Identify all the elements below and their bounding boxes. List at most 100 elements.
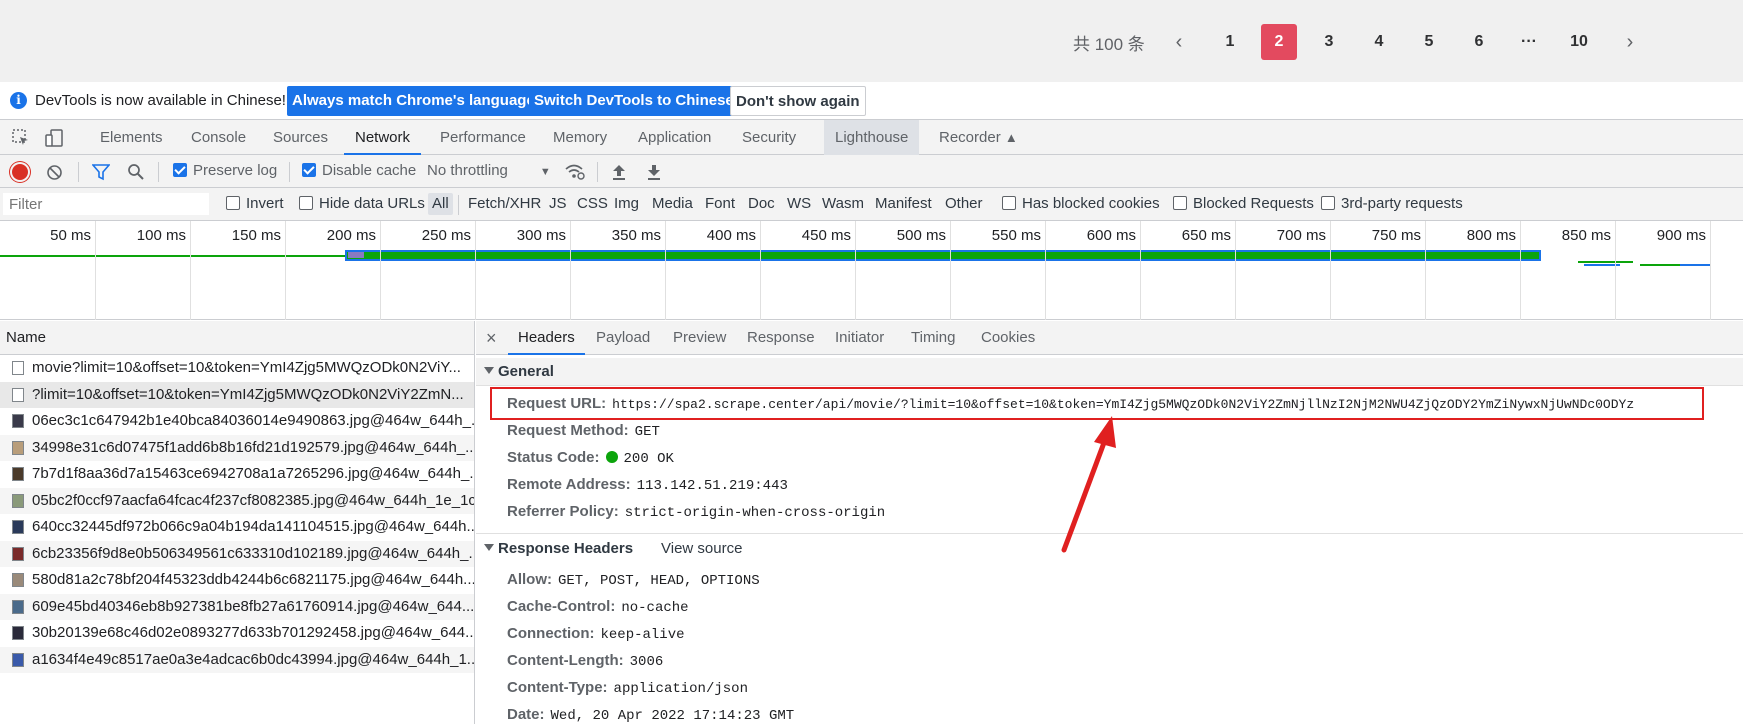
request-row[interactable]: 06ec3c1c647942b1e40bca84036014e9490863.j… bbox=[0, 408, 474, 435]
request-row[interactable]: ?limit=10&offset=10&token=YmI4Zjg5MWQzOD… bbox=[0, 381, 474, 408]
tab-headers[interactable]: Headers bbox=[508, 321, 585, 355]
tab-network[interactable]: Network bbox=[344, 120, 422, 155]
match-language-button[interactable]: Always match Chrome's language bbox=[287, 86, 540, 116]
page-ellipsis-button[interactable]: ··· bbox=[1511, 24, 1547, 60]
tab-timing[interactable]: Timing bbox=[901, 321, 965, 355]
request-row[interactable]: 05bc2f0ccf97aacfa64fcac4f237cf8082385.jp… bbox=[0, 487, 474, 514]
throttling-select[interactable]: No throttling ▼ bbox=[427, 162, 551, 179]
next-page-button[interactable]: › bbox=[1612, 24, 1648, 60]
blocked-requests-check[interactable] bbox=[1173, 196, 1187, 210]
hide-data-urls-checkbox[interactable]: Hide data URLs bbox=[299, 195, 425, 212]
network-overview-timeline[interactable]: 50 ms 100 ms 150 ms 200 ms 250 ms 300 ms 350 m… bbox=[0, 221, 1743, 320]
type-filter-fetch-xhr[interactable]: Fetch/XHR bbox=[464, 193, 545, 215]
third-party-label: 3rd-party requests bbox=[1341, 195, 1463, 212]
type-filter-doc[interactable]: Doc bbox=[744, 193, 779, 215]
image-file-icon bbox=[12, 626, 24, 640]
page-10-button[interactable]: 10 bbox=[1561, 24, 1597, 60]
type-filter-other[interactable]: Other bbox=[941, 193, 987, 215]
tab-payload[interactable]: Payload bbox=[586, 321, 660, 355]
type-filter-wasm[interactable]: Wasm bbox=[818, 193, 868, 215]
invert-check[interactable] bbox=[226, 196, 240, 210]
type-filter-js[interactable]: JS bbox=[545, 193, 571, 215]
type-filter-font[interactable]: Font bbox=[701, 193, 739, 215]
has-blocked-cookies-check[interactable] bbox=[1002, 196, 1016, 210]
third-party-check[interactable] bbox=[1321, 196, 1335, 210]
export-har-icon[interactable] bbox=[646, 163, 662, 181]
type-filter-media[interactable]: Media bbox=[648, 193, 697, 215]
close-details-icon[interactable]: × bbox=[486, 321, 497, 355]
timeline-tick-label: 800 ms bbox=[1466, 227, 1516, 244]
column-header-name[interactable]: Name bbox=[0, 321, 474, 355]
record-icon[interactable] bbox=[12, 164, 28, 180]
page-6-button[interactable]: 6 bbox=[1461, 24, 1497, 60]
cache-control-value: no-cache bbox=[621, 600, 689, 616]
page-4-button[interactable]: 4 bbox=[1361, 24, 1397, 60]
hide-data-urls-check[interactable] bbox=[299, 196, 313, 210]
third-party-checkbox[interactable]: 3rd-party requests bbox=[1321, 195, 1463, 212]
switch-to-chinese-button[interactable]: Switch DevTools to Chinese bbox=[529, 86, 739, 116]
disable-cache-checkbox[interactable]: Disable cache bbox=[302, 162, 416, 179]
tab-sources[interactable]: Sources bbox=[262, 120, 339, 155]
preserve-log-checkbox[interactable]: Preserve log bbox=[173, 162, 277, 179]
request-row[interactable]: 640cc32445df972b066c9a04b194da141104515.… bbox=[0, 514, 474, 541]
tab-performance[interactable]: Performance bbox=[429, 120, 537, 155]
type-filter-ws[interactable]: WS bbox=[783, 193, 815, 215]
tab-recorder[interactable]: Recorder ▲ bbox=[928, 120, 1029, 155]
request-row[interactable]: 6cb23356f9d8e0b506349561c633310d102189.j… bbox=[0, 540, 474, 567]
type-filter-all[interactable]: All bbox=[428, 193, 453, 215]
status-ok-icon bbox=[605, 451, 618, 463]
filter-input[interactable] bbox=[3, 193, 209, 215]
remote-address-value: 113.142.51.219:443 bbox=[636, 478, 788, 494]
tab-initiator[interactable]: Initiator bbox=[825, 321, 894, 355]
disable-cache-check[interactable] bbox=[302, 163, 316, 177]
tab-preview[interactable]: Preview bbox=[663, 321, 736, 355]
tab-memory[interactable]: Memory bbox=[542, 120, 618, 155]
annotation-arrow-icon bbox=[1061, 416, 1116, 553]
type-filter-img[interactable]: Img bbox=[610, 193, 643, 215]
tab-security[interactable]: Security bbox=[731, 120, 807, 155]
request-row[interactable]: a1634f4e49c8517ae0a3e4adcac6b0dc43994.jp… bbox=[0, 646, 474, 673]
has-blocked-cookies-checkbox[interactable]: Has blocked cookies bbox=[1002, 195, 1160, 212]
request-row[interactable]: 7b7d1f8aa36d7a15463ce6942708a1a7265296.j… bbox=[0, 461, 474, 488]
tab-lighthouse[interactable]: Lighthouse bbox=[824, 120, 920, 155]
view-source-link[interactable]: View source bbox=[661, 535, 742, 563]
search-icon[interactable] bbox=[127, 163, 145, 181]
timeline-gridline bbox=[1330, 221, 1331, 320]
request-row[interactable]: 609e45bd40346eb8b927381be8fb27a61760914.… bbox=[0, 593, 474, 620]
request-row[interactable]: 30b20139e68c46d02e0893277d633b701292458.… bbox=[0, 620, 474, 647]
requests-list: Name movie?limit=10&offset=10&token=YmI4… bbox=[0, 321, 475, 724]
network-conditions-icon[interactable] bbox=[564, 163, 586, 181]
type-filter-manifest[interactable]: Manifest bbox=[871, 193, 936, 215]
timeline-gridline bbox=[475, 221, 476, 320]
preserve-log-check[interactable] bbox=[173, 163, 187, 177]
tab-console[interactable]: Console bbox=[180, 120, 257, 155]
type-filter-css[interactable]: CSS bbox=[573, 193, 612, 215]
filter-icon[interactable] bbox=[92, 164, 110, 181]
page-3-button[interactable]: 3 bbox=[1311, 24, 1347, 60]
page-2-button[interactable]: 2 bbox=[1261, 24, 1297, 60]
request-row[interactable]: movie?limit=10&offset=10&token=YmI4Zjg5M… bbox=[0, 355, 474, 382]
timeline-gridline bbox=[665, 221, 666, 320]
clear-icon[interactable] bbox=[46, 164, 63, 181]
dont-show-again-button[interactable]: Don't show again bbox=[730, 86, 866, 116]
page-5-button[interactable]: 5 bbox=[1411, 24, 1447, 60]
blocked-requests-checkbox[interactable]: Blocked Requests bbox=[1173, 195, 1314, 212]
timeline-gridline bbox=[380, 221, 381, 320]
page-1-button[interactable]: 1 bbox=[1212, 24, 1248, 60]
tab-response[interactable]: Response bbox=[737, 321, 825, 355]
prev-page-button[interactable]: ‹ bbox=[1161, 24, 1197, 60]
tab-cookies[interactable]: Cookies bbox=[971, 321, 1045, 355]
general-section-header[interactable]: General bbox=[476, 358, 1743, 386]
image-file-icon bbox=[12, 467, 24, 481]
inspect-element-icon[interactable] bbox=[11, 128, 31, 148]
request-row[interactable]: 34998e31c6d07475f1add6b8b16fd21d192579.j… bbox=[0, 434, 474, 461]
device-toolbar-icon[interactable] bbox=[44, 128, 64, 148]
connection-key: Connection: bbox=[507, 625, 595, 642]
import-har-icon[interactable] bbox=[611, 163, 627, 181]
infobar-message: DevTools is now available in Chinese! bbox=[35, 92, 286, 109]
request-row[interactable]: 580d81a2c78bf204f45323ddb4244b6c6821175.… bbox=[0, 567, 474, 594]
invert-checkbox[interactable]: Invert bbox=[226, 195, 284, 212]
tab-elements[interactable]: Elements bbox=[89, 120, 174, 155]
request-name: 640cc32445df972b066c9a04b194da141104515.… bbox=[32, 518, 474, 535]
tab-application[interactable]: Application bbox=[627, 120, 722, 155]
